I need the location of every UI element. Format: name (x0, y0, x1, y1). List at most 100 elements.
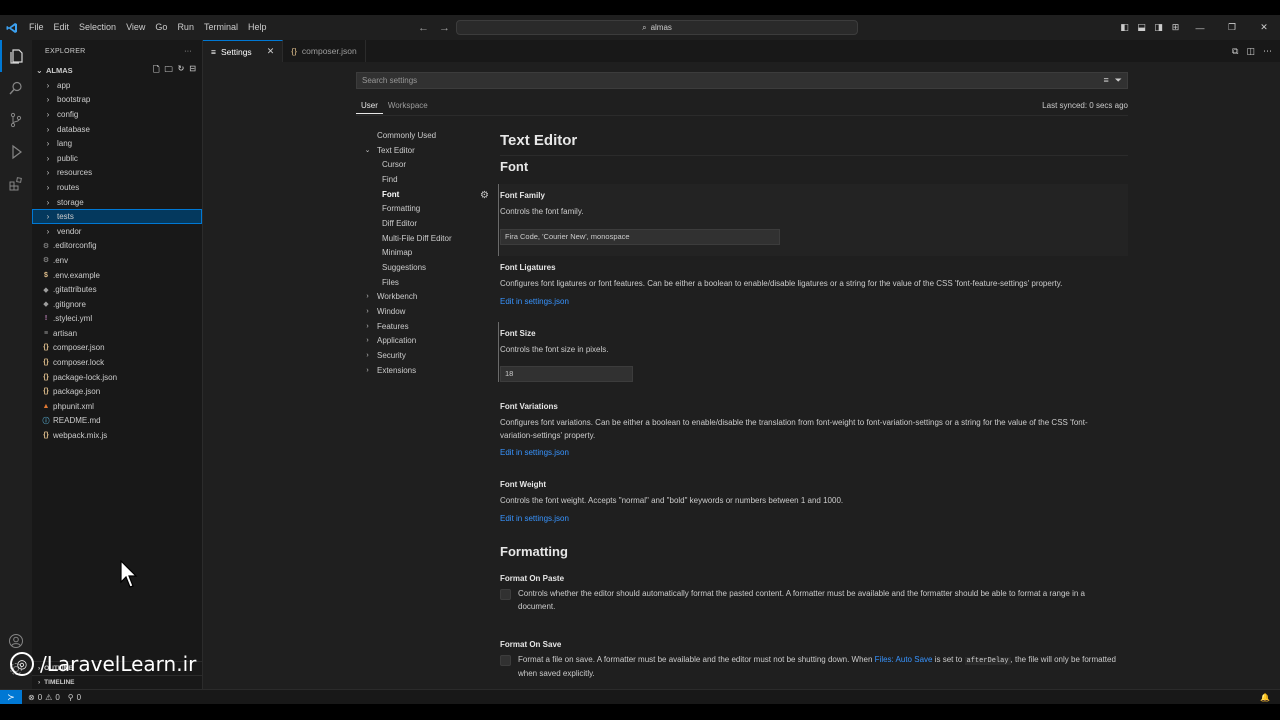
toc-item[interactable]: › Application (363, 334, 493, 349)
forward-arrow-icon[interactable]: → (439, 22, 450, 34)
edit-in-settings-json-link[interactable]: Edit in settings.json (500, 514, 1128, 523)
tree-file[interactable]: {} package.json (32, 384, 202, 399)
collapse-all-icon[interactable]: ⊟ (189, 64, 196, 78)
tab-label: Settings (220, 46, 252, 57)
toggle-primary-sidebar-icon[interactable]: ◧ (1116, 22, 1133, 33)
tree-file[interactable]: {} composer.json (32, 341, 202, 356)
toc-item[interactable]: › Extensions (363, 363, 493, 378)
toc-item[interactable]: Multi-File Diff Editor (363, 231, 493, 246)
tree-file[interactable]: ⚙ .env (32, 253, 202, 268)
toc-item[interactable]: › Workbench (363, 290, 493, 305)
tree-file[interactable]: {} webpack.mix.js (32, 428, 202, 443)
tab-settings[interactable]: ≡ Settings ✕ (203, 40, 284, 62)
close-window-icon[interactable]: ✕ (1248, 22, 1280, 33)
tree-file[interactable]: $ .env.example (32, 268, 202, 283)
tree-folder[interactable]: › app (32, 78, 202, 93)
edit-in-settings-json-link[interactable]: Edit in settings.json (500, 297, 1128, 306)
tree-folder[interactable]: › bootstrap (32, 93, 202, 108)
explorer-icon[interactable] (0, 40, 32, 72)
search-icon[interactable] (0, 72, 32, 104)
toc-item[interactable]: Suggestions (363, 260, 493, 275)
toc-item[interactable]: Files (363, 275, 493, 290)
tree-file[interactable]: ◆ .gitignore (32, 297, 202, 312)
tree-file[interactable]: ▲ phpunit.xml (32, 399, 202, 414)
tree-folder[interactable]: › tests (32, 209, 202, 224)
toc-item[interactable]: ⌄ Text Editor (363, 143, 493, 158)
tree-file[interactable]: {} composer.lock (32, 355, 202, 370)
new-folder-icon[interactable]: 🗀 (165, 64, 173, 78)
problems-indicator[interactable]: ⊗ 0 ⚠ 0 (28, 693, 60, 702)
refresh-icon[interactable]: ↻ (178, 64, 185, 78)
back-arrow-icon[interactable]: ← (418, 22, 429, 34)
menu-run[interactable]: Run (172, 15, 199, 40)
notifications-icon[interactable]: 🔔 (1260, 693, 1270, 702)
toggle-panel-icon[interactable]: ⬓ (1133, 22, 1150, 33)
tree-folder[interactable]: › vendor (32, 224, 202, 239)
tree-file[interactable]: ! .styleci.yml (32, 312, 202, 327)
toggle-secondary-sidebar-icon[interactable]: ◨ (1150, 22, 1167, 33)
toc-item[interactable]: Cursor (363, 157, 493, 172)
format-on-paste-checkbox[interactable] (500, 589, 511, 600)
toc-item[interactable]: › Security (363, 348, 493, 363)
menu-view[interactable]: View (121, 15, 150, 40)
toc-item[interactable]: › Features (363, 319, 493, 334)
workspace-root[interactable]: ⌄ ALMAS 🗋 🗀 ↻ ⊟ (32, 62, 202, 78)
restore-icon[interactable]: ❐ (1216, 22, 1248, 33)
more-actions-icon[interactable]: ⋯ (1263, 46, 1272, 57)
command-center[interactable]: ⌕ almas (456, 20, 858, 35)
minimize-icon[interactable]: — (1184, 23, 1216, 33)
tab-user[interactable]: User (356, 98, 383, 114)
menu-file[interactable]: File (24, 15, 49, 40)
timeline-section[interactable]: › TIMELINE (32, 675, 203, 689)
menu-terminal[interactable]: Terminal (199, 15, 243, 40)
files-auto-save-link[interactable]: Files: Auto Save (875, 655, 933, 664)
source-control-icon[interactable] (0, 104, 32, 136)
tree-folder[interactable]: › public (32, 151, 202, 166)
format-on-save-checkbox[interactable] (500, 655, 511, 666)
menu-help[interactable]: Help (243, 15, 272, 40)
edit-in-settings-json-link[interactable]: Edit in settings.json (500, 448, 1128, 457)
toc-item[interactable]: Font (363, 187, 493, 202)
ports-indicator[interactable]: ⚲ 0 (68, 693, 81, 702)
open-settings-json-icon[interactable]: ⧉ (1232, 46, 1238, 57)
menu-selection[interactable]: Selection (74, 15, 121, 40)
font-family-input[interactable]: Fira Code, 'Courier New', monospace (500, 228, 780, 245)
tree-file[interactable]: {} package-lock.json (32, 370, 202, 385)
run-debug-icon[interactable] (0, 136, 32, 168)
checkbox-row: Controls whether the editor should autom… (500, 588, 1128, 613)
settings-search-input[interactable]: Search settings ≡ ⏷ (356, 72, 1128, 89)
toc-item[interactable]: Minimap (363, 246, 493, 261)
tab-composer-json[interactable]: {} composer.json (283, 40, 366, 62)
split-editor-icon[interactable]: ◫ (1246, 46, 1255, 57)
tree-folder[interactable]: › database (32, 122, 202, 137)
tree-folder[interactable]: › resources (32, 166, 202, 181)
menu-edit[interactable]: Edit (49, 15, 75, 40)
chevron-right-icon: › (38, 679, 41, 686)
toc-item[interactable]: Diff Editor (363, 216, 493, 231)
clear-filter-icon[interactable]: ≡ (1104, 75, 1109, 86)
tree-folder[interactable]: › config (32, 107, 202, 122)
tree-file[interactable]: ≡ artisan (32, 326, 202, 341)
toc-item[interactable]: Commonly Used (363, 128, 493, 143)
tree-folder[interactable]: › lang (32, 136, 202, 151)
toc-item[interactable]: Find (363, 172, 493, 187)
remote-indicator-icon[interactable]: ≻ (0, 689, 22, 705)
checkbox-row: Format a file on save. A formatter must … (500, 654, 1128, 680)
font-size-input[interactable]: 18 (500, 365, 633, 382)
customize-layout-icon[interactable]: ⊞ (1167, 22, 1184, 33)
gear-icon[interactable]: ⚙ (480, 190, 489, 201)
toc-item[interactable]: Formatting (363, 201, 493, 216)
toc-item[interactable]: › Window (363, 304, 493, 319)
tree-folder[interactable]: › storage (32, 195, 202, 210)
tab-workspace[interactable]: Workspace (383, 98, 433, 113)
menu-go[interactable]: Go (150, 15, 172, 40)
more-actions-icon[interactable]: ··· (184, 48, 192, 55)
tree-file[interactable]: ⚙ .editorconfig (32, 239, 202, 254)
close-icon[interactable]: ✕ (267, 46, 275, 57)
tree-folder[interactable]: › routes (32, 180, 202, 195)
tree-file[interactable]: ⓘ README.md (32, 414, 202, 429)
tree-file[interactable]: ◆ .gitattributes (32, 282, 202, 297)
new-file-icon[interactable]: 🗋 (153, 64, 159, 78)
filter-icon[interactable]: ⏷ (1115, 75, 1122, 86)
extensions-icon[interactable] (0, 168, 32, 200)
